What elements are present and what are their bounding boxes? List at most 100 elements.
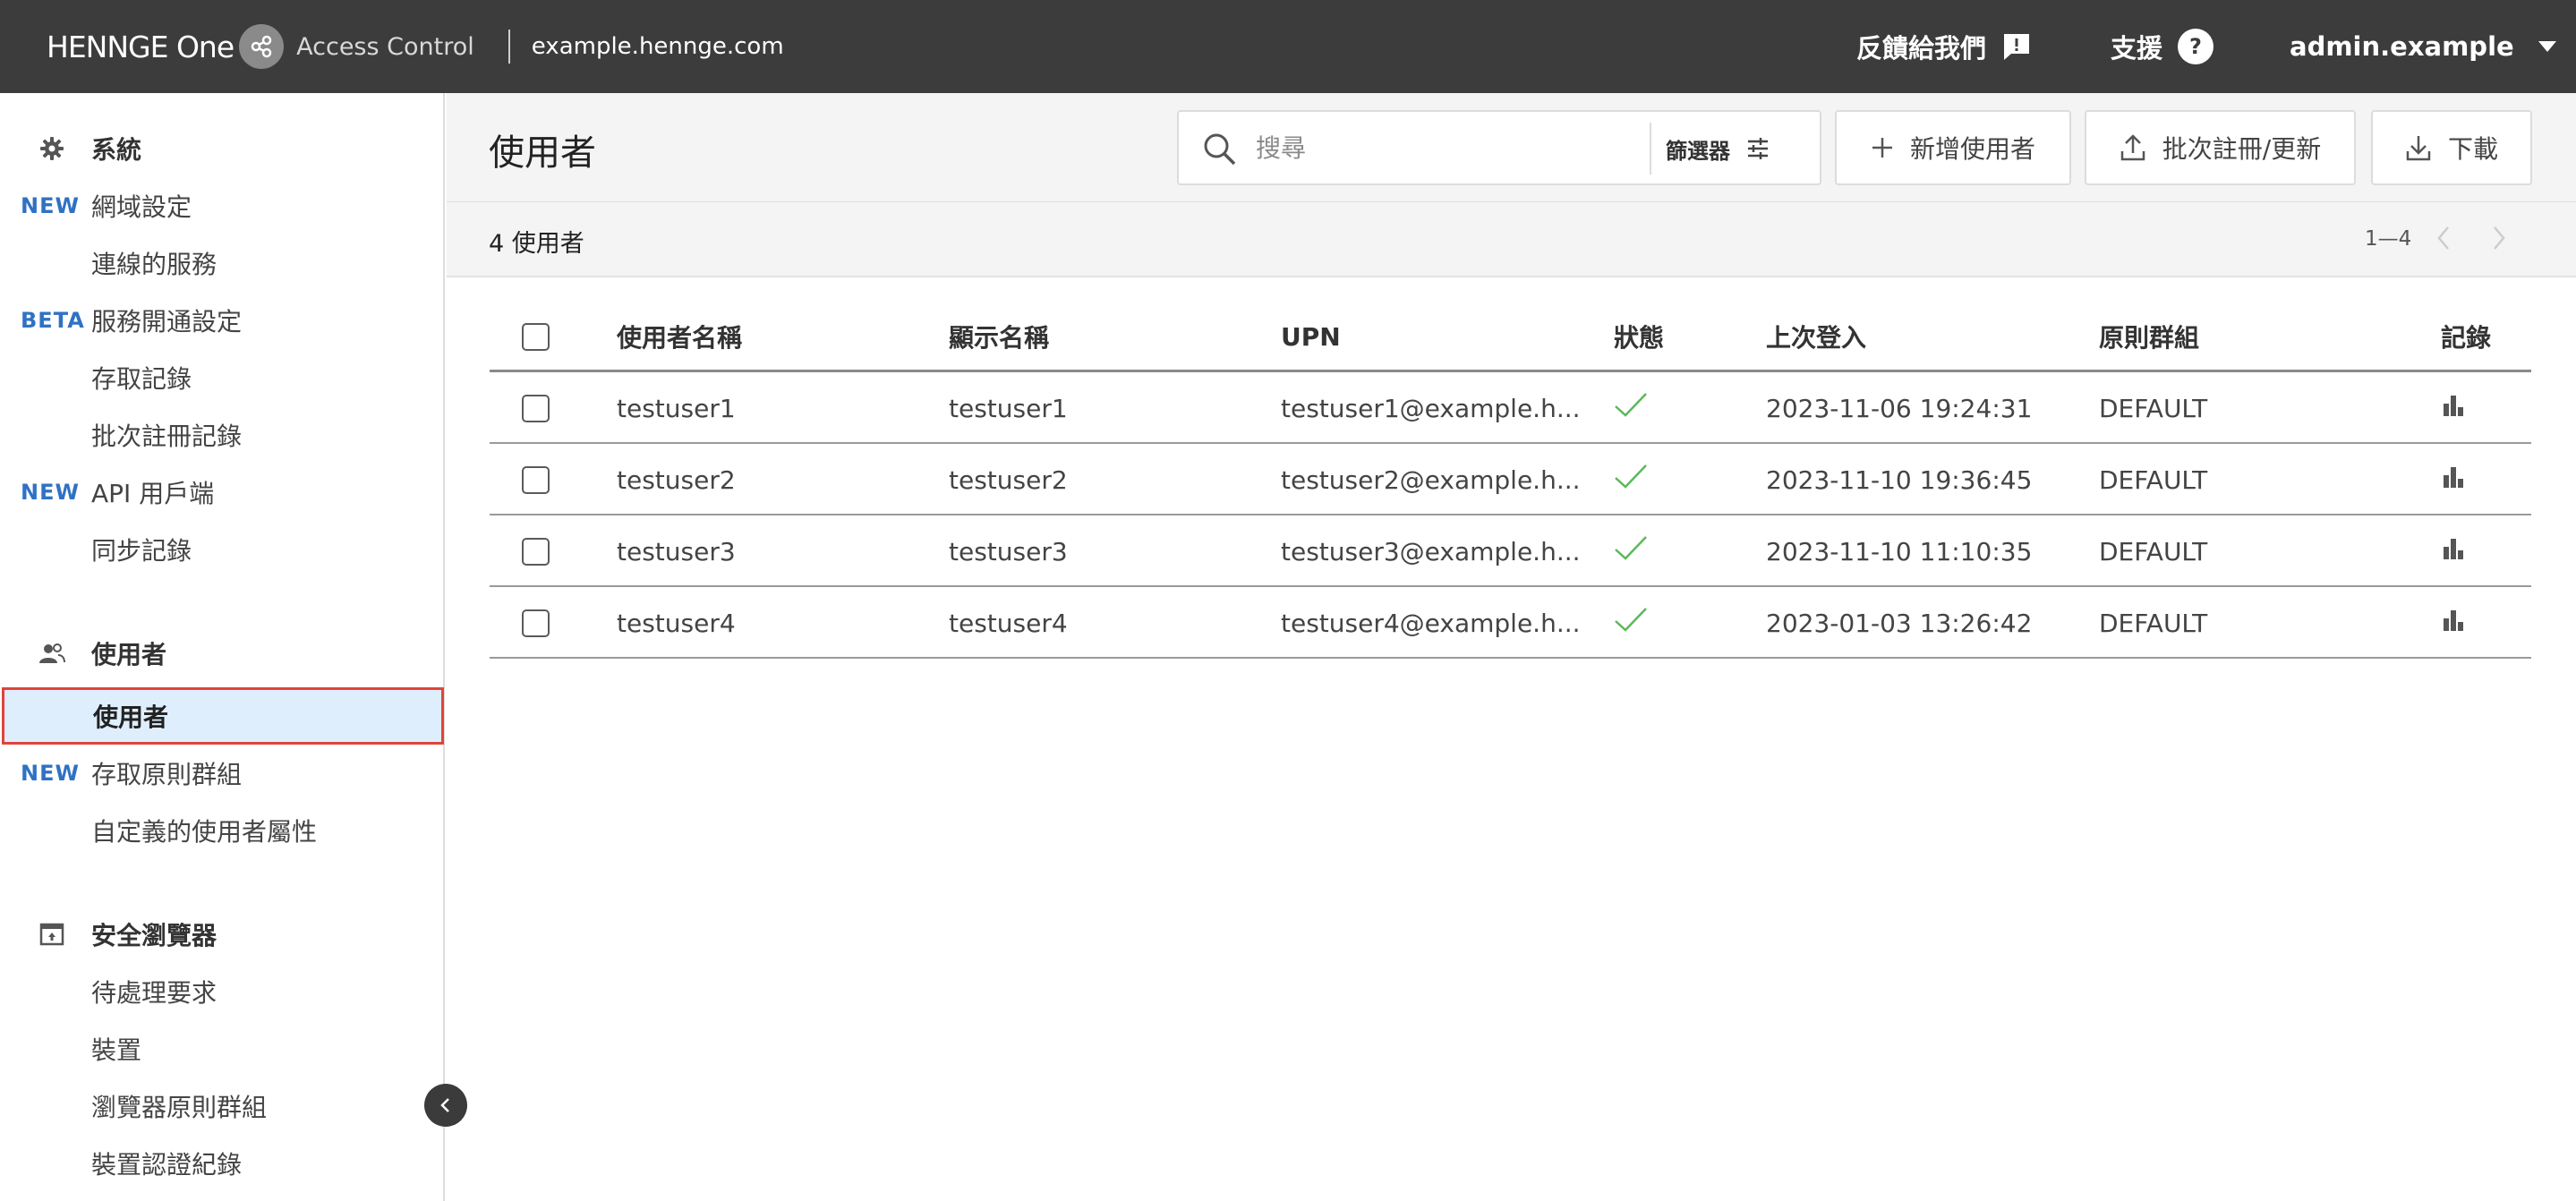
policy-group-cell: DEFAULT: [2099, 393, 2208, 423]
sidebar-item-browser-policy-groups[interactable]: 瀏覽器原則群組: [0, 1077, 443, 1135]
batch-register-button[interactable]: 批次註冊/更新: [2085, 110, 2356, 185]
search-input[interactable]: [1254, 124, 1648, 171]
sidebar-item-devices[interactable]: 裝置: [0, 1020, 443, 1077]
brand[interactable]: HENNGE One Access Control example.hennge…: [47, 0, 784, 93]
username-cell: testuser1: [617, 393, 736, 423]
chevron-right-icon[interactable]: [2487, 224, 2509, 256]
row-checkbox[interactable]: [522, 465, 550, 494]
column-header-logs: 記錄: [2441, 323, 2492, 353]
select-all-checkbox[interactable]: [522, 322, 550, 351]
status-cell: [1614, 587, 1648, 659]
download-label: 下載: [2447, 134, 2498, 164]
sidebar-section-title: 安全瀏覽器: [91, 921, 218, 950]
column-header-username[interactable]: 使用者名稱: [617, 301, 742, 372]
table-row[interactable]: testuser3 testuser3 testuser3@example.h.…: [490, 515, 2531, 587]
column-header-policy-group[interactable]: 原則群組: [2099, 301, 2199, 372]
users-icon: [38, 640, 65, 667]
row-checkbox[interactable]: [522, 609, 550, 637]
support-label: 支援: [2111, 33, 2163, 64]
download-icon: [2405, 133, 2432, 162]
plus-icon: [1871, 136, 1894, 159]
sidebar-item-connected-services[interactable]: 連線的服務: [0, 234, 443, 292]
sidebar-item-api-clients[interactable]: NEW API 用戶端: [0, 464, 443, 521]
help-icon: ?: [2177, 28, 2214, 65]
main-content: 使用者 篩選器: [447, 93, 2576, 1201]
table-row[interactable]: testuser1 testuser1 testuser1@example.h.…: [490, 372, 2531, 444]
username-cell: testuser2: [617, 464, 736, 495]
search-icon: [1202, 132, 1238, 167]
add-user-button[interactable]: 新增使用者: [1835, 110, 2071, 185]
sidebar-item-sync-logs[interactable]: 同步記錄: [0, 521, 443, 578]
support-button[interactable]: 支援 ?: [2111, 0, 2214, 93]
row-checkbox[interactable]: [522, 537, 550, 566]
sidebar-item-label: 存取記錄: [91, 364, 192, 394]
download-button[interactable]: 下載: [2371, 110, 2532, 185]
bar-chart-icon[interactable]: [2441, 393, 2466, 424]
new-badge: NEW: [21, 480, 80, 505]
caret-down-icon: [2538, 40, 2557, 53]
sidebar-item-batch-logs[interactable]: 批次註冊記錄: [0, 406, 443, 464]
table-row[interactable]: testuser2 testuser2 testuser2@example.h.…: [490, 444, 2531, 515]
sidebar-item-label: 使用者: [93, 703, 169, 732]
policy-group-cell: DEFAULT: [2099, 464, 2208, 495]
account-menu[interactable]: admin.example: [2290, 0, 2557, 93]
sidebar-item-domain-settings[interactable]: NEW 網域設定: [0, 177, 443, 234]
bar-chart-icon[interactable]: [2441, 608, 2466, 639]
filter-button[interactable]: 篩選器: [1666, 123, 1770, 175]
brand-name: HENNGE One: [47, 29, 235, 64]
check-icon: [1614, 535, 1648, 568]
check-icon: [1614, 607, 1648, 640]
sidebar-section-title: 使用者: [91, 640, 167, 669]
sidebar-item-device-auth-logs[interactable]: 裝置認證紀錄: [0, 1135, 443, 1192]
sidebar-item-provisioning[interactable]: BETA 服務開通設定: [0, 292, 443, 349]
tune-icon: [1746, 138, 1770, 159]
upn-cell: testuser2@example.h...: [1281, 464, 1581, 495]
row-select-cell: [522, 372, 550, 444]
table-header: 使用者名稱 顯示名稱 UPN 狀態 上次登入 原則群組 記錄: [490, 301, 2531, 372]
new-badge: NEW: [21, 761, 80, 786]
sidebar-item-custom-attributes[interactable]: 自定義的使用者屬性: [0, 802, 443, 859]
sidebar-item-access-policy-groups[interactable]: NEW 存取原則群組: [0, 745, 443, 802]
sidebar-section-title: 系統: [91, 135, 142, 165]
new-badge: NEW: [21, 193, 80, 218]
sidebar-item-label: API 用戶端: [91, 479, 215, 508]
sidebar-item-pending-requests[interactable]: 待處理要求: [0, 963, 443, 1020]
status-cell: [1614, 515, 1648, 587]
column-header-status[interactable]: 狀態: [1614, 301, 1664, 372]
row-checkbox[interactable]: [522, 394, 550, 422]
svg-text:?: ?: [2189, 34, 2202, 59]
row-select-cell: [522, 444, 550, 515]
display-name-cell: testuser2: [949, 464, 1068, 495]
gear-icon: [38, 135, 65, 162]
hennge-logo-icon: [239, 24, 285, 69]
column-header-upn[interactable]: UPN: [1281, 301, 1341, 372]
sidebar-section-users: 使用者: [0, 625, 443, 682]
sidebar-item-label: 服務開通設定: [91, 307, 243, 336]
column-header-last-login[interactable]: 上次登入: [1766, 301, 1866, 372]
batch-register-label: 批次註冊/更新: [2162, 134, 2322, 164]
feedback-label: 反饋給我們: [1856, 33, 1987, 64]
search-box: 篩選器: [1177, 110, 1821, 185]
feedback-button[interactable]: 反饋給我們: [1856, 0, 2033, 93]
sidebar-item-access-logs[interactable]: 存取記錄: [0, 349, 443, 406]
check-icon: [1614, 464, 1648, 497]
display-name-cell: testuser3: [949, 536, 1068, 566]
search-divider: [1650, 123, 1651, 175]
sidebar-collapse-button[interactable]: [424, 1084, 467, 1127]
check-icon: [1614, 392, 1648, 425]
chevron-left-icon[interactable]: [2434, 224, 2455, 256]
sidebar: 系統 NEW 網域設定 連線的服務 BETA 服務開通設定 存取記錄 批次註冊記…: [0, 93, 445, 1201]
sidebar-item-label: 連線的服務: [91, 250, 218, 279]
column-header-display-name[interactable]: 顯示名稱: [949, 301, 1049, 372]
policy-group-cell: DEFAULT: [2099, 608, 2208, 638]
sidebar-item-users[interactable]: 使用者: [2, 687, 444, 745]
sidebar-item-label: 網域設定: [91, 192, 192, 222]
select-all-cell: [522, 301, 550, 372]
sidebar-item-label: 存取原則群組: [91, 760, 243, 789]
row-select-cell: [522, 515, 550, 587]
last-login-cell: 2023-11-10 19:36:45: [1766, 464, 2033, 495]
browser-icon: [38, 921, 65, 948]
bar-chart-icon[interactable]: [2441, 536, 2466, 567]
table-row[interactable]: testuser4 testuser4 testuser4@example.h.…: [490, 587, 2531, 659]
bar-chart-icon[interactable]: [2441, 464, 2466, 496]
